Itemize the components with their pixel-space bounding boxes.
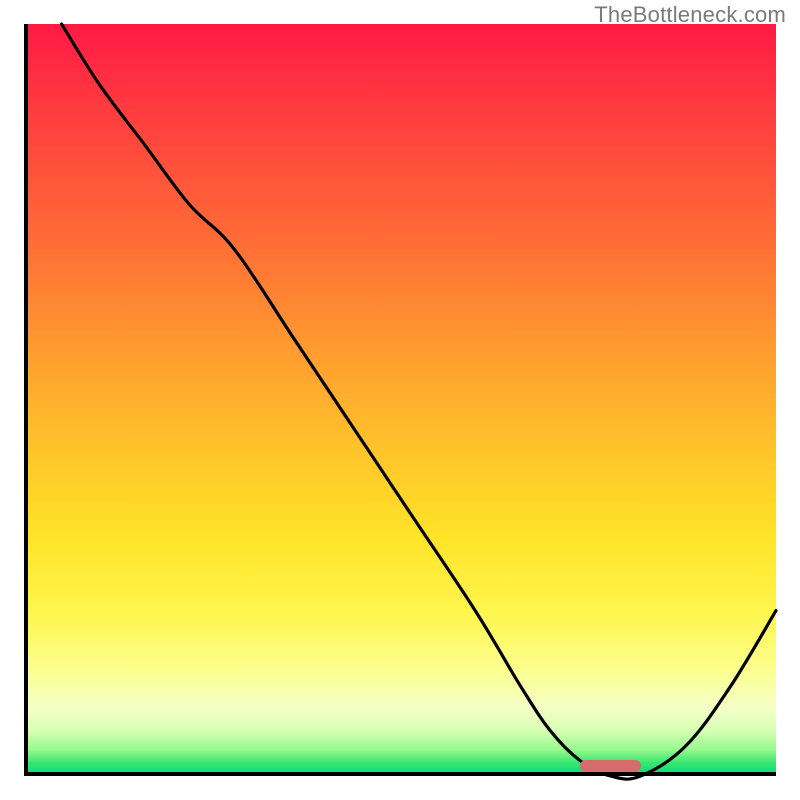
optimum-marker — [580, 760, 640, 772]
plot-area — [24, 24, 776, 776]
watermark-text: TheBottleneck.com — [594, 2, 786, 28]
bottleneck-curve — [24, 24, 776, 776]
